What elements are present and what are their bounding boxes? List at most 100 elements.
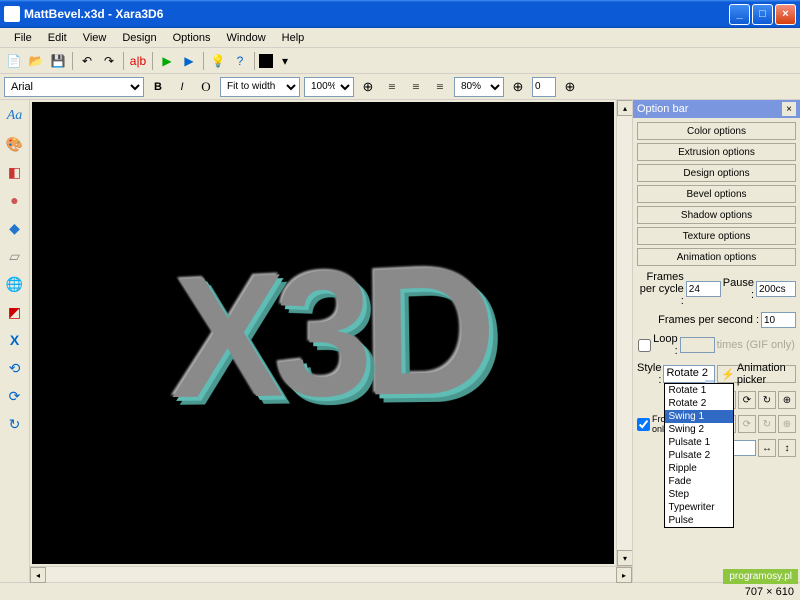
shadow-options-button[interactable]: Shadow options	[637, 206, 796, 224]
panel-header: Option bar ×	[633, 100, 800, 118]
scroll-track[interactable]	[617, 116, 632, 550]
texture-options-button[interactable]: Texture options	[637, 227, 796, 245]
menu-design[interactable]: Design	[114, 30, 164, 46]
horizontal-scrollbar[interactable]: ◂ ▸	[30, 566, 632, 582]
minimize-button[interactable]: _	[729, 4, 750, 25]
style-option-rotate1[interactable]: Rotate 1	[665, 384, 733, 397]
scroll-up-icon[interactable]: ▴	[617, 100, 633, 116]
separator	[152, 52, 153, 70]
extrusion-options-button[interactable]: Extrusion options	[637, 143, 796, 161]
style-option-pulse[interactable]: Pulse	[665, 514, 733, 527]
bold-button[interactable]: B	[148, 77, 168, 97]
help-button[interactable]: ?	[230, 51, 250, 71]
style-option-ripple[interactable]: Ripple	[665, 462, 733, 475]
app-icon	[4, 6, 20, 22]
menu-view[interactable]: View	[75, 30, 115, 46]
style-row: Style : Rotate 2▾ Rotate 1 Rotate 2 Swin…	[637, 362, 796, 386]
play-button[interactable]: ▶	[157, 51, 177, 71]
close-button[interactable]: ×	[775, 4, 796, 25]
loop-checkbox[interactable]	[638, 339, 651, 352]
style-option-pulsate2[interactable]: Pulsate 2	[665, 449, 733, 462]
spin-up-icon[interactable]: ⊕	[358, 77, 378, 97]
shadow-tool-icon[interactable]: ▱	[3, 244, 27, 268]
canvas-viewport[interactable]: X3D	[32, 102, 614, 564]
menu-edit[interactable]: Edit	[40, 30, 75, 46]
rotate-x-tool-icon[interactable]: ⟲	[3, 356, 27, 380]
font-select[interactable]: Arial	[4, 77, 144, 97]
frames-per-second-row: Frames per second :	[637, 312, 796, 328]
scroll-right-icon[interactable]: ▸	[616, 567, 632, 583]
x-tool-icon[interactable]: X	[3, 328, 27, 352]
style-option-step[interactable]: Step	[665, 488, 733, 501]
spin-value[interactable]	[532, 77, 556, 97]
sphere-tool-icon[interactable]: ●	[3, 188, 27, 212]
scroll-left-icon[interactable]: ◂	[30, 567, 46, 583]
animation-picker-button[interactable]: ⚡Animation picker	[717, 365, 796, 383]
spin3-icon[interactable]: ⊕	[560, 77, 580, 97]
pause-input[interactable]	[756, 281, 796, 297]
color1-button[interactable]	[259, 54, 273, 68]
red-cube-tool-icon[interactable]: ◩	[3, 300, 27, 324]
outline-button[interactable]: O	[196, 77, 216, 97]
font-tool-icon[interactable]: Aa	[3, 104, 27, 128]
bevel-options-button[interactable]: Bevel options	[637, 185, 796, 203]
front-face-checkbox[interactable]	[637, 418, 650, 431]
cube-tool-icon[interactable]: ◧	[3, 160, 27, 184]
text-button[interactable]: a|b	[128, 51, 148, 71]
main-area: Aa 🎨 ◧ ● ◆ ▱ 🌐 ◩ X ⟲ ⟳ ↻ X3D ▴ ▾ ◂ ▸	[0, 100, 800, 582]
color2-button[interactable]: ▾	[275, 51, 295, 71]
bevel-tool-icon[interactable]: ◆	[3, 216, 27, 240]
color-options-button[interactable]: Color options	[637, 122, 796, 140]
menu-help[interactable]: Help	[274, 30, 313, 46]
style-option-swing2[interactable]: Swing 2	[665, 423, 733, 436]
align-right-button[interactable]: ≡	[430, 77, 450, 97]
wave-btn2[interactable]: ↕	[778, 439, 796, 457]
frames-per-second-input[interactable]	[761, 312, 796, 328]
align-left-button[interactable]: ≡	[382, 77, 402, 97]
menu-window[interactable]: Window	[219, 30, 274, 46]
maximize-button[interactable]: □	[752, 4, 773, 25]
palette-tool-icon[interactable]: 🎨	[3, 132, 27, 156]
menu-options[interactable]: Options	[165, 30, 219, 46]
export-button[interactable]: ▶	[179, 51, 199, 71]
scroll-down-icon[interactable]: ▾	[617, 550, 633, 566]
rotate-z-tool-icon[interactable]: ↻	[3, 412, 27, 436]
animation-options-button[interactable]: Animation options	[637, 248, 796, 266]
loop-label: Loop :	[653, 333, 677, 357]
anim-btn2[interactable]: ⟳	[738, 391, 756, 409]
open-button[interactable]: 📂	[26, 51, 46, 71]
globe-tool-icon[interactable]: 🌐	[3, 272, 27, 296]
wave-btn1[interactable]: ↔	[758, 439, 776, 457]
menu-file[interactable]: File	[6, 30, 40, 46]
new-button[interactable]: 📄	[4, 51, 24, 71]
italic-button[interactable]: I	[172, 77, 192, 97]
style-dropdown: Rotate 1 Rotate 2 Swing 1 Swing 2 Pulsat…	[664, 383, 734, 528]
style-option-fade[interactable]: Fade	[665, 475, 733, 488]
panel-close-button[interactable]: ×	[782, 102, 796, 116]
zoom1-select[interactable]: 100%	[304, 77, 354, 97]
style-label: Style :	[637, 362, 661, 386]
design-options-button[interactable]: Design options	[637, 164, 796, 182]
style-select[interactable]: Rotate 2▾ Rotate 1 Rotate 2 Swing 1 Swin…	[663, 365, 715, 383]
anim-btn4[interactable]: ⊕	[778, 391, 796, 409]
save-button[interactable]: 💾	[48, 51, 68, 71]
spin2-icon[interactable]: ⊕	[508, 77, 528, 97]
style-option-pulsate1[interactable]: Pulsate 1	[665, 436, 733, 449]
fit-select[interactable]: Fit to width	[220, 77, 300, 97]
panel-title: Option bar	[637, 103, 688, 115]
undo-button[interactable]: ↶	[77, 51, 97, 71]
vertical-scrollbar[interactable]: ▴ ▾	[616, 100, 632, 566]
style-option-rotate2[interactable]: Rotate 2	[665, 397, 733, 410]
pause-label: Pause :	[723, 277, 754, 301]
scroll-track-h[interactable]	[46, 567, 616, 582]
redo-button[interactable]: ↷	[99, 51, 119, 71]
align-center-button[interactable]: ≡	[406, 77, 426, 97]
bulb-button[interactable]: 💡	[208, 51, 228, 71]
style-option-typewriter[interactable]: Typewriter	[665, 501, 733, 514]
zoom2-select[interactable]: 80%	[454, 77, 504, 97]
frames-per-cycle-input[interactable]	[686, 281, 721, 297]
anim-btn3[interactable]: ↻	[758, 391, 776, 409]
style-option-swing1[interactable]: Swing 1	[665, 410, 733, 423]
rotate-y-tool-icon[interactable]: ⟳	[3, 384, 27, 408]
window-title: MattBevel.x3d - Xara3D6	[24, 7, 729, 21]
